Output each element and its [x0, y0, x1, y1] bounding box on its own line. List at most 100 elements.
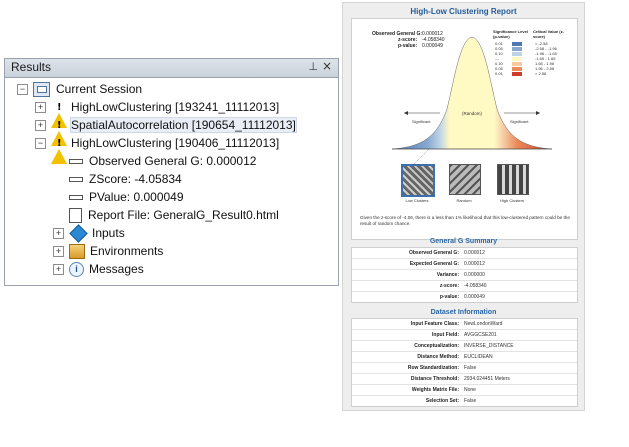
- row-value: -4.058340: [464, 283, 487, 289]
- row-value: None: [464, 387, 476, 393]
- high-clusters-caption: High Clusters: [499, 198, 524, 203]
- tree-item-current-session[interactable]: − Current Session: [17, 80, 142, 98]
- row-key: Variance:: [436, 272, 459, 278]
- output-value-icon: [69, 158, 83, 164]
- row-value: 2934.024451 Meters: [464, 376, 510, 382]
- high-clusters-thumbnail: [497, 164, 529, 195]
- tree-item-environments[interactable]: + Environments: [53, 242, 163, 260]
- low-clusters-caption: Low Clusters: [405, 198, 429, 203]
- table-row: Observed General G: 0.000012: [352, 248, 577, 259]
- expand-icon[interactable]: +: [53, 227, 64, 239]
- output-label: ZScore: -4.05834: [89, 172, 182, 186]
- table-row: Selection Set: False: [352, 396, 577, 406]
- inputs-label: Inputs: [92, 226, 125, 240]
- table-row: p-value: 0.000049: [352, 292, 577, 302]
- table-row: Input Feature Class: NewLondonWard: [352, 319, 577, 330]
- dataset-information-table: Input Feature Class: NewLondonWard Input F…: [351, 318, 578, 407]
- expand-icon[interactable]: +: [53, 245, 64, 257]
- general-g-summary-table: Observed General G: 0.000012 Expected Gene…: [351, 247, 578, 303]
- tree-item-output[interactable]: Observed General G: 0.000012: [69, 152, 256, 170]
- row-value: False: [464, 365, 477, 371]
- output-label: PValue: 0.000049: [89, 190, 184, 204]
- row-value: 0.000000: [464, 272, 485, 278]
- table-row: Weights Matrix File: None: [352, 385, 577, 396]
- info-icon: i: [69, 261, 84, 277]
- inputs-icon: [69, 223, 88, 243]
- table-row: Distance Method: EUCLIDEAN: [352, 352, 577, 363]
- tree-item-output[interactable]: PValue: 0.000049: [69, 188, 184, 206]
- table-row: z-score: -4.058340: [352, 281, 577, 292]
- expand-icon[interactable]: +: [53, 263, 64, 275]
- row-key: Input Field:: [432, 332, 459, 338]
- row-key: Weights Matrix File:: [411, 387, 459, 393]
- random-thumbnail: [449, 164, 481, 195]
- high-low-clustering-report: High-Low Clustering Report Observed Gene…: [342, 2, 585, 411]
- row-key: Selection Set:: [425, 398, 459, 404]
- row-key: p-value:: [439, 294, 459, 300]
- tree-item-output[interactable]: ZScore: -4.05834: [69, 170, 182, 188]
- random-caption: Random: [456, 198, 472, 203]
- left-arrowhead: [404, 111, 408, 115]
- close-icon[interactable]: ×: [322, 59, 332, 73]
- report-caption: Given the z-score of -4.06, there is a l…: [360, 215, 570, 226]
- output-value-icon: [69, 176, 83, 182]
- report-title: High-Low Clustering Report: [410, 7, 517, 16]
- row-key: Expected General G:: [409, 261, 459, 267]
- row-value: EUCLIDEAN: [464, 354, 493, 360]
- tree-item-result[interactable]: + ! HighLowClustering [193241_11112013]: [35, 98, 280, 128]
- result-label: HighLowClustering [193241_11112013]: [71, 100, 280, 114]
- row-value: 0.000012: [464, 250, 485, 256]
- row-key: z-score:: [439, 283, 459, 289]
- session-label: Current Session: [56, 82, 143, 96]
- output-label: Report File: GeneralG_Result0.html: [88, 208, 279, 222]
- tree-item-inputs[interactable]: + Inputs: [53, 223, 125, 243]
- environments-label: Environments: [90, 244, 164, 258]
- messages-label: Messages: [89, 262, 144, 276]
- results-titlebar: Results ⊥ ×: [5, 59, 338, 78]
- table-row: Expected General G: 0.000012: [352, 259, 577, 270]
- significant-right-label: Significant: [510, 119, 529, 124]
- warning-icon: !: [51, 117, 67, 146]
- table-row: Distance Threshold: 2934.024451 Meters: [352, 374, 577, 385]
- low-clusters-thumbnail: [401, 164, 435, 197]
- right-arrowhead: [536, 111, 540, 115]
- collapse-icon[interactable]: −: [17, 83, 28, 95]
- report-graphic: Observed General G: 0.000012 z-score: -4…: [351, 18, 578, 240]
- row-key: Conceptualization:: [414, 343, 459, 349]
- collapse-icon[interactable]: −: [35, 137, 46, 149]
- row-key: Observed General G:: [408, 250, 459, 256]
- general-g-summary-heading: General G Summary: [429, 238, 498, 245]
- dataset-information-heading: Dataset Information: [430, 309, 497, 316]
- warning-icon: !: [51, 135, 67, 164]
- row-value: 0.000049: [464, 294, 485, 300]
- row-value: NewLondonWard: [464, 321, 503, 327]
- result-label: HighLowClustering [190406_11112013]: [71, 136, 280, 150]
- row-key: Distance Threshold:: [410, 376, 459, 382]
- pin-icon[interactable]: ⊥: [308, 60, 318, 73]
- random-label: (Random): [462, 111, 483, 116]
- tree-item-report-file[interactable]: Report File: GeneralG_Result0.html: [69, 206, 279, 224]
- expand-icon[interactable]: +: [35, 101, 46, 113]
- expand-icon[interactable]: +: [35, 119, 46, 131]
- row-value: AVGGCSE201: [464, 332, 497, 338]
- table-row: Conceptualization: INVERSE_DISTANCE: [352, 341, 577, 352]
- table-row: Variance: 0.000000: [352, 270, 577, 281]
- warning-icon: !: [51, 99, 67, 128]
- dotted-pointer: [413, 148, 430, 165]
- row-key: Input Feature Class:: [410, 321, 459, 327]
- tree-item-result[interactable]: − ! HighLowClustering [190406_11112013]: [35, 134, 280, 164]
- tree-item-result[interactable]: + ! SpatialAutocorrelation [190654_11112…: [35, 116, 297, 146]
- result-label: SpatialAutocorrelation [190654_11112013]: [70, 117, 297, 133]
- row-key: Row Standardization:: [407, 365, 459, 371]
- results-window: Results ⊥ × − Current Session + ! HighLo…: [4, 58, 339, 286]
- bell-curve: [391, 36, 553, 150]
- normal-distribution-curve: [391, 36, 553, 165]
- document-icon: [69, 207, 82, 223]
- row-value: False: [464, 398, 477, 404]
- row-key: Distance Method:: [417, 354, 459, 360]
- tree-item-messages[interactable]: + i Messages: [53, 260, 144, 278]
- results-title: Results: [11, 60, 52, 74]
- environments-icon: [69, 243, 85, 259]
- row-value: INVERSE_DISTANCE: [464, 343, 514, 349]
- table-row: Input Field: AVGGCSE201: [352, 330, 577, 341]
